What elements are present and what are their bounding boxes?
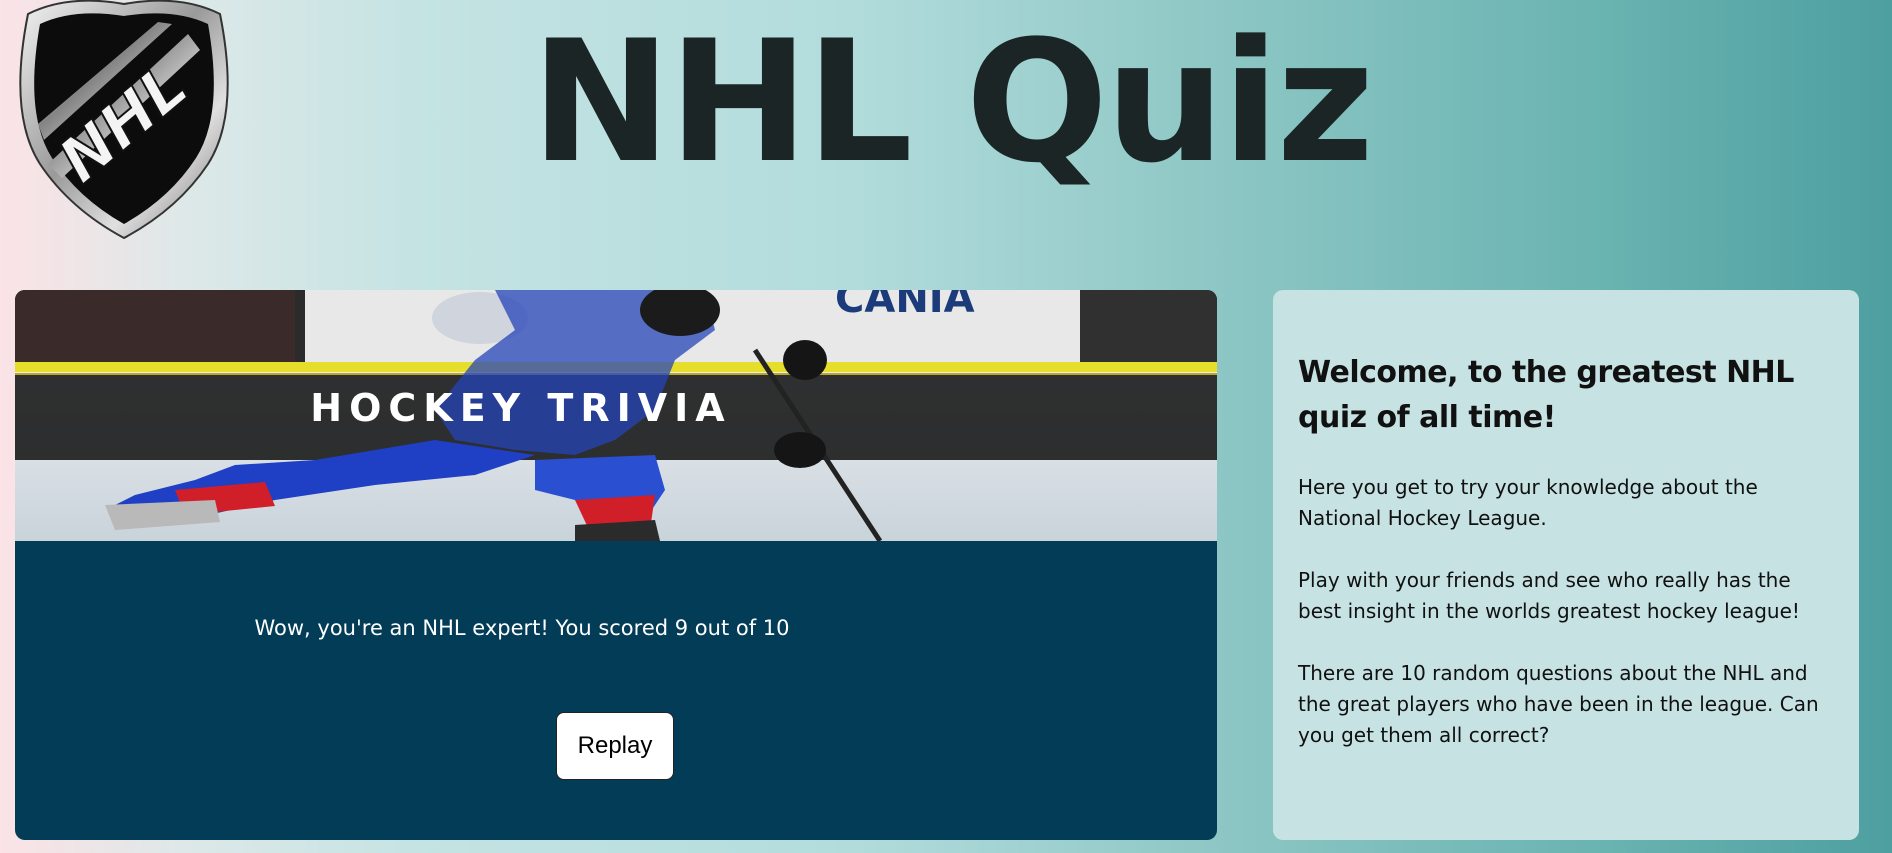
welcome-heading: Welcome, to the greatest NHL quiz of all… — [1298, 355, 1794, 435]
banner-title: HOCKEY TRIVIA — [310, 386, 732, 430]
info-paragraph-questions: There are 10 random questions about the … — [1298, 661, 1819, 747]
quiz-card: CANIA HOCKEY TRIVIA Wow, you're an NHL e… — [15, 290, 1217, 840]
replay-button[interactable]: Replay — [556, 712, 674, 780]
page-title: NHL Quiz — [530, 4, 1375, 200]
info-paragraph-friends: Play with your friends and see who reall… — [1298, 568, 1800, 623]
welcome-info-card: Welcome, to the greatest NHL quiz of all… — [1273, 290, 1859, 840]
score-result-text: Wow, you're an NHL expert! You scored 9 … — [254, 616, 790, 640]
hockey-banner-image: CANIA HOCKEY TRIVIA — [15, 290, 1217, 541]
svg-text:CANIA: CANIA — [835, 290, 975, 322]
info-paragraph-intro: Here you get to try your knowledge about… — [1298, 475, 1758, 530]
